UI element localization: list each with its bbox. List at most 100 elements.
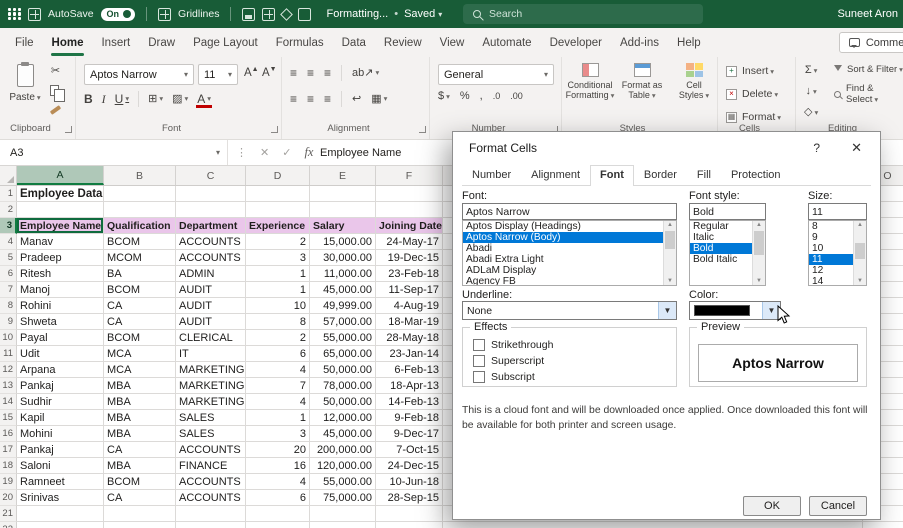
row-header-4[interactable]: 4 xyxy=(0,234,17,250)
font-style-list-scrollbar[interactable]: ▲ ▼ xyxy=(752,221,765,285)
shrink-font-button[interactable]: A ▼ xyxy=(262,66,277,80)
cell-F21[interactable] xyxy=(376,506,443,522)
effect-checkbox-strikethrough[interactable]: Strikethrough xyxy=(473,339,553,351)
column-header-a[interactable]: A xyxy=(17,166,104,185)
cell-C11[interactable]: IT xyxy=(176,346,246,362)
underline-dropdown-icon[interactable]: ▼ xyxy=(658,302,676,319)
row-header-11[interactable]: 11 xyxy=(0,346,17,362)
font-list-scrollbar[interactable]: ▲ ▼ xyxy=(663,221,676,285)
cell-D21[interactable] xyxy=(246,506,310,522)
list-option-14[interactable]: 14 xyxy=(809,276,853,285)
cell-E1[interactable] xyxy=(310,186,376,202)
cell-E9[interactable]: 57,000.00 xyxy=(310,314,376,330)
cell-D3[interactable]: Experience xyxy=(246,218,310,234)
cell-A22[interactable] xyxy=(17,522,104,528)
cell-A7[interactable]: Manoj xyxy=(17,282,104,298)
cell-F7[interactable]: 11-Sep-17 xyxy=(376,282,443,298)
list-option-adlam-display[interactable]: ADLaM Display xyxy=(463,265,663,276)
cell-C7[interactable]: AUDIT xyxy=(176,282,246,298)
dialog-close-button[interactable]: ✕ xyxy=(851,140,862,156)
cell-C16[interactable]: SALES xyxy=(176,426,246,442)
menu-item-page-layout[interactable]: Page Layout xyxy=(184,28,267,57)
cell-D6[interactable]: 1 xyxy=(246,266,310,282)
cell-A16[interactable]: Mohini xyxy=(17,426,104,442)
increase-decimal-button[interactable]: .0 xyxy=(493,92,501,101)
row-header-17[interactable]: 17 xyxy=(0,442,17,458)
cell-A19[interactable]: Ramneet xyxy=(17,474,104,490)
cell-F9[interactable]: 18-Mar-19 xyxy=(376,314,443,330)
cancel-button[interactable]: Cancel xyxy=(809,496,867,516)
cell-A13[interactable]: Pankaj xyxy=(17,378,104,394)
cell-C2[interactable] xyxy=(176,202,246,218)
cell-E7[interactable]: 45,000.00 xyxy=(310,282,376,298)
row-header-7[interactable]: 7 xyxy=(0,282,17,298)
cell-A15[interactable]: Kapil xyxy=(17,410,104,426)
formula-bar-handle-icon[interactable]: ⋮ xyxy=(236,146,247,159)
row-header-2[interactable]: 2 xyxy=(0,202,17,218)
cell-E10[interactable]: 55,000.00 xyxy=(310,330,376,346)
cell-B21[interactable] xyxy=(104,506,176,522)
conditional-formatting-button[interactable]: Conditional Formatting xyxy=(566,63,614,101)
cell-A6[interactable]: Ritesh xyxy=(17,266,104,282)
color-combo[interactable]: ▼ xyxy=(689,301,781,320)
cell-styles-button[interactable]: Cell Styles xyxy=(670,63,718,101)
effect-checkbox-superscript[interactable]: Superscript xyxy=(473,355,544,367)
row-header-6[interactable]: 6 xyxy=(0,266,17,282)
cell-E5[interactable]: 30,000.00 xyxy=(310,250,376,266)
menu-item-insert[interactable]: Insert xyxy=(92,28,139,57)
column-header-b[interactable]: B xyxy=(104,166,176,185)
cell-A1[interactable]: Employee Data xyxy=(17,186,104,202)
cell-C19[interactable]: ACCOUNTS xyxy=(176,474,246,490)
row-header-13[interactable]: 13 xyxy=(0,378,17,394)
format-button[interactable]: ▦ Format xyxy=(726,111,781,123)
cell-D13[interactable]: 7 xyxy=(246,378,310,394)
clear-button[interactable]: ◇ xyxy=(804,107,818,118)
currency-button[interactable]: $ xyxy=(438,91,450,102)
cell-F8[interactable]: 4-Aug-19 xyxy=(376,298,443,314)
name-box[interactable]: A3 ▾ xyxy=(0,140,228,165)
row-header-1[interactable]: 1 xyxy=(0,186,17,202)
list-option-abadi[interactable]: Abadi xyxy=(463,243,663,254)
comments-button[interactable]: Comments xyxy=(838,32,903,53)
cell-C18[interactable]: FINANCE xyxy=(176,458,246,474)
cell-E11[interactable]: 65,000.00 xyxy=(310,346,376,362)
number-format-combo[interactable]: General xyxy=(438,64,554,85)
font-style-input[interactable]: Bold xyxy=(689,203,766,220)
row-header-22[interactable]: 22 xyxy=(0,522,17,528)
select-all-corner[interactable] xyxy=(0,166,17,185)
font-color-button[interactable]: A xyxy=(196,93,212,108)
align-middle-icon[interactable]: ≡ xyxy=(307,67,314,79)
row-header-3[interactable]: 3 xyxy=(0,218,17,234)
cell-E16[interactable]: 45,000.00 xyxy=(310,426,376,442)
cell-B5[interactable]: MCOM xyxy=(104,250,176,266)
font-size-list-scrollbar[interactable]: ▲ ▼ xyxy=(853,221,866,285)
list-option-bold-italic[interactable]: Bold Italic xyxy=(690,254,752,265)
cell-B4[interactable]: BCOM xyxy=(104,234,176,250)
column-header-d[interactable]: D xyxy=(246,166,310,185)
align-top-icon[interactable]: ≡ xyxy=(290,67,297,79)
menu-item-home[interactable]: Home xyxy=(43,28,93,57)
dialog-tab-fill[interactable]: Fill xyxy=(687,165,721,185)
cell-F3[interactable]: Joining Date xyxy=(376,218,443,234)
menu-item-developer[interactable]: Developer xyxy=(541,28,611,57)
autosave-toggle[interactable]: On xyxy=(100,7,136,21)
list-option-aptos-narrow-body[interactable]: Aptos Narrow (Body) xyxy=(463,232,663,243)
cell-F19[interactable]: 10-Jun-18 xyxy=(376,474,443,490)
save-status[interactable]: Saved xyxy=(404,8,442,20)
align-right-icon[interactable]: ≡ xyxy=(324,93,331,105)
font-name-combo[interactable]: Aptos Narrow xyxy=(84,64,194,85)
row-header-16[interactable]: 16 xyxy=(0,426,17,442)
cell-A14[interactable]: Sudhir xyxy=(17,394,104,410)
row-header-15[interactable]: 15 xyxy=(0,410,17,426)
comma-button[interactable]: , xyxy=(480,91,483,102)
row-header-5[interactable]: 5 xyxy=(0,250,17,266)
cell-A3[interactable]: Employee Name xyxy=(17,218,104,234)
alignment-dialog-launcher-icon[interactable] xyxy=(419,126,426,133)
cell-A10[interactable]: Payal xyxy=(17,330,104,346)
dialog-tab-number[interactable]: Number xyxy=(462,165,521,185)
cell-A5[interactable]: Pradeep xyxy=(17,250,104,266)
cell-D5[interactable]: 3 xyxy=(246,250,310,266)
cell-F12[interactable]: 6-Feb-13 xyxy=(376,362,443,378)
cell-B14[interactable]: MBA xyxy=(104,394,176,410)
cell-F4[interactable]: 24-May-17 xyxy=(376,234,443,250)
